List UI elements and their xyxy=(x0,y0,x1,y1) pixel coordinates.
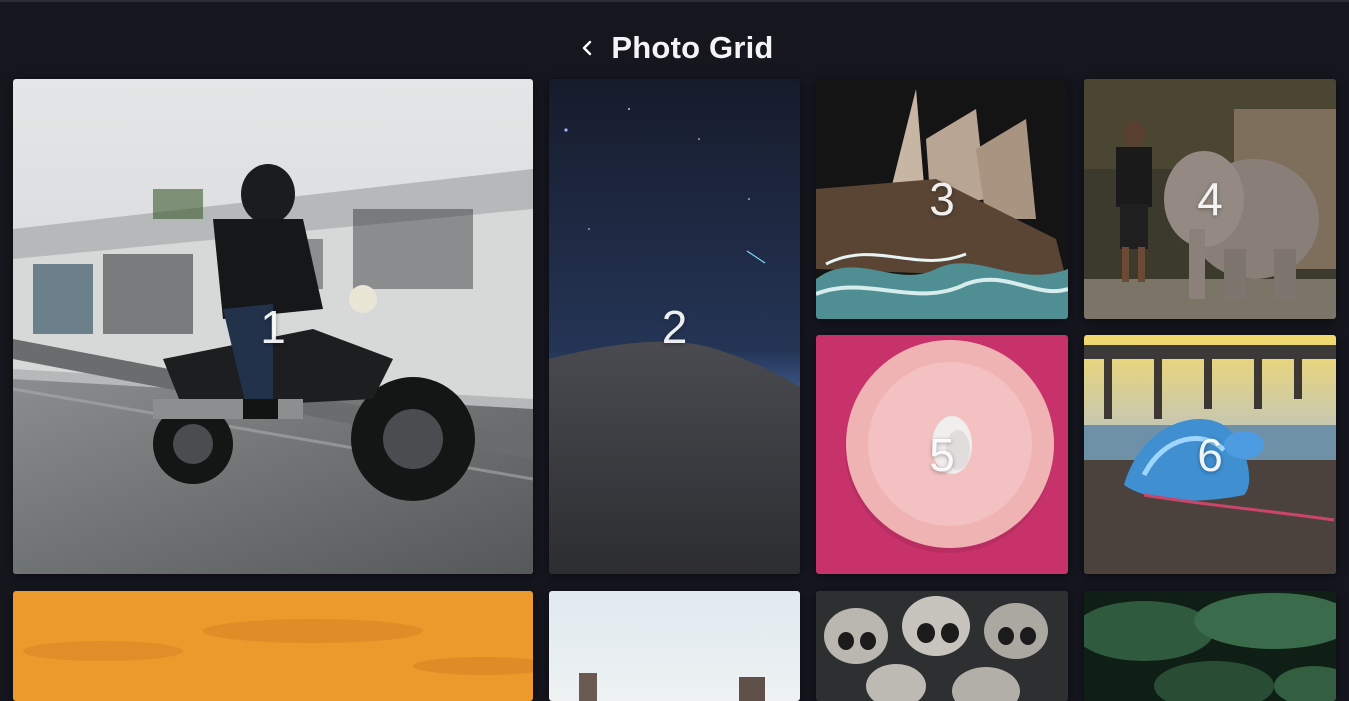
photo-tile-1[interactable]: 1 xyxy=(13,79,533,574)
dune-photo xyxy=(549,79,800,574)
photo-grid: 1 2 3 4 5 6 xyxy=(0,0,1349,701)
ship-drawing-photo xyxy=(816,79,1068,319)
photo-tile-4[interactable]: 4 xyxy=(1084,79,1336,319)
egg-plate-photo xyxy=(816,335,1068,574)
elephant-photo xyxy=(1084,79,1336,319)
photo-tile-3[interactable]: 3 xyxy=(816,79,1068,319)
photo-tile-6[interactable]: 6 xyxy=(1084,335,1336,574)
motorcycle-photo xyxy=(13,79,533,574)
photo-tile-5[interactable]: 5 xyxy=(816,335,1068,574)
jellyfish-photo xyxy=(1084,335,1336,574)
photo-tile-2[interactable]: 2 xyxy=(549,79,800,574)
